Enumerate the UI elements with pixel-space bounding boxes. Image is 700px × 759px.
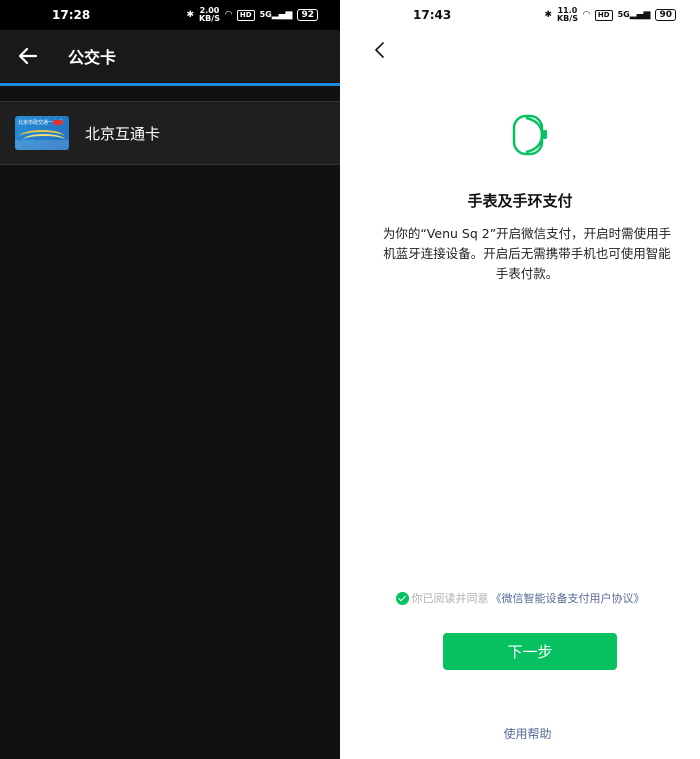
status-icons: ✱ 2.00 KB/S ◠ HD 5G▂▄▆ 92 (186, 7, 318, 23)
card-name: 北京互通卡 (85, 124, 161, 143)
agreement-check-icon[interactable] (395, 591, 409, 605)
bluetooth-icon: ✱ (186, 10, 194, 20)
smartwatch-icon (512, 114, 547, 156)
feature-description: 为你的“Venu Sq 2”开启微信支付，开启时需使用手机蓝牙连接设备。开启后无… (382, 226, 672, 281)
bluetooth-icon: ✱ (544, 10, 552, 20)
next-step-button[interactable]: 下一步 (443, 633, 617, 670)
back-chevron-icon[interactable] (373, 41, 387, 59)
net-speed: 2.00 KB/S (198, 6, 220, 23)
agreement-row: 你已阅读并同意 《微信智能设备支付用户协议》 (340, 590, 700, 606)
help-link[interactable]: 使用帮助 (340, 725, 700, 742)
wifi-icon: ◠ (224, 10, 232, 20)
hd-icon: HD (236, 9, 255, 21)
status-bar: 17:43 ✱ 11.0 KB/S ◠ HD 5G▂▄▆ 90 (340, 0, 700, 30)
transit-card-image: 北京市政交通一卡通 (15, 116, 69, 150)
status-time: 17:43 (413, 8, 452, 22)
battery-icon: 90 (655, 9, 676, 21)
status-time: 17:28 (52, 8, 91, 22)
hd-icon: HD (594, 9, 613, 21)
status-bar: 17:28 ✱ 2.00 KB/S ◠ HD 5G▂▄▆ 92 (0, 0, 340, 30)
app-bar: 公交卡 (0, 30, 340, 82)
page-title: 公交卡 (68, 48, 117, 67)
right-screen: 17:43 ✱ 11.0 KB/S ◠ HD 5G▂▄▆ 90 手表及手环支付 为… (340, 0, 700, 759)
battery-icon: 92 (297, 9, 318, 21)
agreement-text: 你已阅读并同意 (411, 592, 489, 605)
left-screen: 17:28 ✱ 2.00 KB/S ◠ HD 5G▂▄▆ 92 公交卡 北京市政交… (0, 0, 340, 759)
signal-icon: 5G▂▄▆ (259, 10, 293, 20)
signal-icon: 5G▂▄▆ (617, 10, 651, 20)
agreement-link[interactable]: 《微信智能设备支付用户协议》 (491, 590, 645, 606)
status-icons: ✱ 11.0 KB/S ◠ HD 5G▂▄▆ 90 (544, 7, 676, 23)
net-speed: 11.0 KB/S (556, 6, 578, 23)
back-arrow-icon[interactable] (18, 46, 38, 66)
wifi-icon: ◠ (582, 10, 590, 20)
feature-title: 手表及手环支付 (467, 192, 573, 210)
list-item-transit-card[interactable]: 北京市政交通一卡通 北京互通卡 (0, 101, 340, 165)
